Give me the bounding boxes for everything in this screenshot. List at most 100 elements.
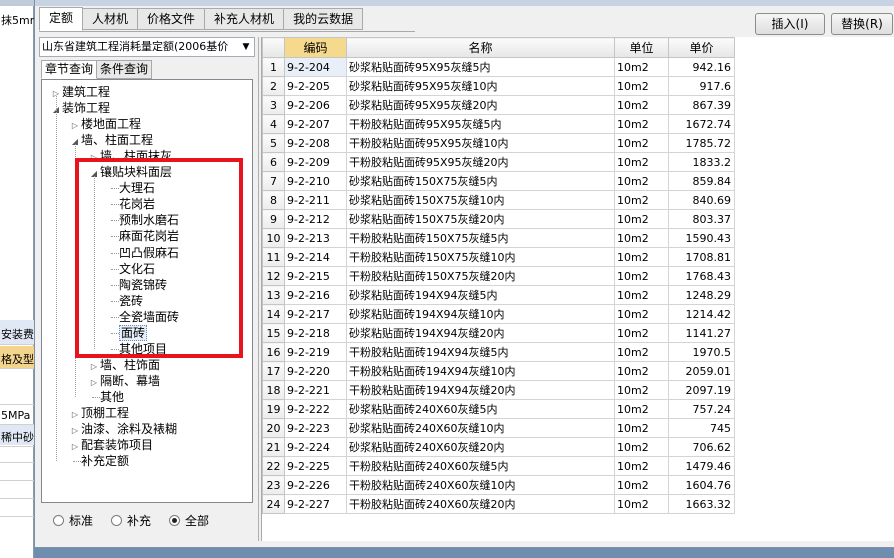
table-row[interactable]: 3 9-2-206 砂浆粘贴面砖95X95灰缝20内 10m2 867.39: [262, 95, 735, 115]
cell-code[interactable]: 9-2-221: [284, 380, 347, 400]
tab-condition-query[interactable]: 条件查询: [97, 60, 153, 79]
cell-unit[interactable]: 10m2: [614, 190, 669, 210]
table-row[interactable]: 11 9-2-214 干粉胶粘贴面砖150X75灰缝10内 10m2 1708.81: [262, 247, 735, 267]
cell-price[interactable]: 917.6: [668, 76, 735, 96]
tree-node[interactable]: ▷ 墙、柱饰面: [88, 357, 160, 373]
tree-node[interactable]: ▷ 隔断、幕墙: [88, 373, 160, 389]
cell-code[interactable]: 9-2-206: [284, 95, 347, 115]
cell-name[interactable]: 干粉胶粘贴面砖240X60灰缝5内: [346, 456, 615, 476]
tree-node[interactable]: 文化石: [107, 261, 155, 277]
tree-node[interactable]: ◢ 墙、柱面工程: [69, 132, 153, 148]
cell-unit[interactable]: 10m2: [614, 228, 669, 248]
cell-code[interactable]: 9-2-227: [284, 494, 347, 514]
table-row[interactable]: 18 9-2-221 干粉胶粘贴面砖194X94灰缝20内 10m2 2097.19: [262, 380, 735, 400]
cell-unit[interactable]: 10m2: [614, 342, 669, 362]
tree-node[interactable]: 补充定额: [69, 453, 129, 469]
cell-price[interactable]: 942.16: [668, 57, 735, 77]
cell-price[interactable]: 2059.01: [668, 361, 735, 381]
tree-node[interactable]: 大理石: [107, 180, 155, 196]
tree-node[interactable]: 其他项目: [107, 341, 167, 357]
table-row[interactable]: 2 9-2-205 砂浆粘贴面砖95X95灰缝10内 10m2 917.6: [262, 76, 735, 96]
cell-unit[interactable]: 10m2: [614, 304, 669, 324]
cell-code[interactable]: 9-2-207: [284, 114, 347, 134]
table-row[interactable]: 9 9-2-212 砂浆粘贴面砖150X75灰缝20内 10m2 803.37: [262, 209, 735, 229]
cell-price[interactable]: 1708.81: [668, 247, 735, 267]
table-row[interactable]: 20 9-2-223 砂浆粘贴面砖240X60灰缝10内 10m2 745: [262, 418, 735, 438]
cell-name[interactable]: 干粉胶粘贴面砖194X94灰缝5内: [346, 342, 615, 362]
cell-name[interactable]: 砂浆粘贴面砖240X60灰缝5内: [346, 399, 615, 419]
cell-code[interactable]: 9-2-205: [284, 76, 347, 96]
table-row[interactable]: 10 9-2-213 干粉胶粘贴面砖150X75灰缝5内 10m2 1590.43: [262, 228, 735, 248]
tree-node[interactable]: ▷ 楼地面工程: [69, 116, 141, 132]
tree-node[interactable]: 陶瓷锦砖: [107, 277, 167, 293]
cell-code[interactable]: 9-2-208: [284, 133, 347, 153]
filter-radio-2[interactable]: 全部: [169, 512, 209, 529]
cell-price[interactable]: 2097.19: [668, 380, 735, 400]
radio-circle-icon[interactable]: [111, 515, 123, 526]
cell-name[interactable]: 干粉胶粘贴面砖194X94灰缝10内: [346, 361, 615, 381]
tree-node[interactable]: 瓷砖: [107, 293, 143, 309]
tree-node[interactable]: 花岗岩: [107, 196, 155, 212]
cell-price[interactable]: 1141.27: [668, 323, 735, 343]
cell-code[interactable]: 9-2-210: [284, 171, 347, 191]
cell-unit[interactable]: 10m2: [614, 380, 669, 400]
cell-name[interactable]: 砂浆粘贴面砖95X95灰缝10内: [346, 76, 615, 96]
cell-price[interactable]: 1479.46: [668, 456, 735, 476]
cell-unit[interactable]: 10m2: [614, 475, 669, 495]
table-row[interactable]: 4 9-2-207 干粉胶粘贴面砖95X95灰缝5内 10m2 1672.74: [262, 114, 735, 134]
cell-name[interactable]: 干粉胶粘贴面砖194X94灰缝20内: [346, 380, 615, 400]
tree-node[interactable]: ▷ 油漆、涂料及裱糊: [69, 421, 177, 437]
cell-code[interactable]: 9-2-220: [284, 361, 347, 381]
cell-name[interactable]: 干粉胶粘贴面砖240X60灰缝20内: [346, 494, 615, 514]
tab-2[interactable]: 价格文件: [138, 8, 206, 30]
cell-code[interactable]: 9-2-225: [284, 456, 347, 476]
table-row[interactable]: 1 9-2-204 砂浆粘贴面砖95X95灰缝5内 10m2 942.16: [262, 57, 735, 77]
cell-unit[interactable]: 10m2: [614, 95, 669, 115]
cell-price[interactable]: 1970.5: [668, 342, 735, 362]
radio-circle-icon[interactable]: [169, 515, 181, 526]
cell-code[interactable]: 9-2-209: [284, 152, 347, 172]
cell-code[interactable]: 9-2-216: [284, 285, 347, 305]
cell-name[interactable]: 砂浆粘贴面砖95X95灰缝20内: [346, 95, 615, 115]
cell-code[interactable]: 9-2-211: [284, 190, 347, 210]
table-row[interactable]: 14 9-2-217 砂浆粘贴面砖194X94灰缝10内 10m2 1214.42: [262, 304, 735, 324]
cell-name[interactable]: 干粉胶粘贴面砖95X95灰缝20内: [346, 152, 615, 172]
cell-name[interactable]: 砂浆粘贴面砖194X94灰缝10内: [346, 304, 615, 324]
cell-code[interactable]: 9-2-213: [284, 228, 347, 248]
tree-node[interactable]: 其他: [88, 389, 124, 405]
table-row[interactable]: 23 9-2-226 干粉胶粘贴面砖240X60灰缝10内 10m2 1604.76: [262, 475, 735, 495]
table-row[interactable]: 13 9-2-216 砂浆粘贴面砖194X94灰缝5内 10m2 1248.29: [262, 285, 735, 305]
cell-price[interactable]: 1590.43: [668, 228, 735, 248]
cell-unit[interactable]: 10m2: [614, 323, 669, 343]
table-row[interactable]: 15 9-2-218 砂浆粘贴面砖194X94灰缝20内 10m2 1141.27: [262, 323, 735, 343]
cell-unit[interactable]: 10m2: [614, 209, 669, 229]
cell-code[interactable]: 9-2-219: [284, 342, 347, 362]
table-row[interactable]: 5 9-2-208 干粉胶粘贴面砖95X95灰缝10内 10m2 1785.72: [262, 133, 735, 153]
table-row[interactable]: 16 9-2-219 干粉胶粘贴面砖194X94灰缝5内 10m2 1970.5: [262, 342, 735, 362]
cell-code[interactable]: 9-2-226: [284, 475, 347, 495]
cell-unit[interactable]: 10m2: [614, 399, 669, 419]
cell-unit[interactable]: 10m2: [614, 57, 669, 77]
cell-price[interactable]: 1768.43: [668, 266, 735, 286]
replace-button[interactable]: 替换(R): [831, 13, 893, 35]
cell-name[interactable]: 干粉胶粘贴面砖240X60灰缝10内: [346, 475, 615, 495]
cell-name[interactable]: 砂浆粘贴面砖150X75灰缝10内: [346, 190, 615, 210]
cell-unit[interactable]: 10m2: [614, 76, 669, 96]
cell-price[interactable]: 1672.74: [668, 114, 735, 134]
cell-name[interactable]: 干粉胶粘贴面砖95X95灰缝10内: [346, 133, 615, 153]
cell-code[interactable]: 9-2-222: [284, 399, 347, 419]
cell-code[interactable]: 9-2-215: [284, 266, 347, 286]
cell-name[interactable]: 砂浆粘贴面砖95X95灰缝5内: [346, 57, 615, 77]
cell-price[interactable]: 1663.32: [668, 494, 735, 514]
cell-name[interactable]: 干粉胶粘贴面砖95X95灰缝5内: [346, 114, 615, 134]
cell-code[interactable]: 9-2-204: [284, 57, 347, 77]
cell-price[interactable]: 1214.42: [668, 304, 735, 324]
insert-button[interactable]: 插入(I): [755, 13, 825, 35]
table-row[interactable]: 6 9-2-209 干粉胶粘贴面砖95X95灰缝20内 10m2 1833.2: [262, 152, 735, 172]
table-row[interactable]: 17 9-2-220 干粉胶粘贴面砖194X94灰缝10内 10m2 2059.01: [262, 361, 735, 381]
cell-unit[interactable]: 10m2: [614, 133, 669, 153]
cell-name[interactable]: 砂浆粘贴面砖150X75灰缝20内: [346, 209, 615, 229]
cell-code[interactable]: 9-2-223: [284, 418, 347, 438]
tab-4[interactable]: 我的云数据: [284, 8, 364, 30]
radio-circle-icon[interactable]: [53, 515, 64, 526]
